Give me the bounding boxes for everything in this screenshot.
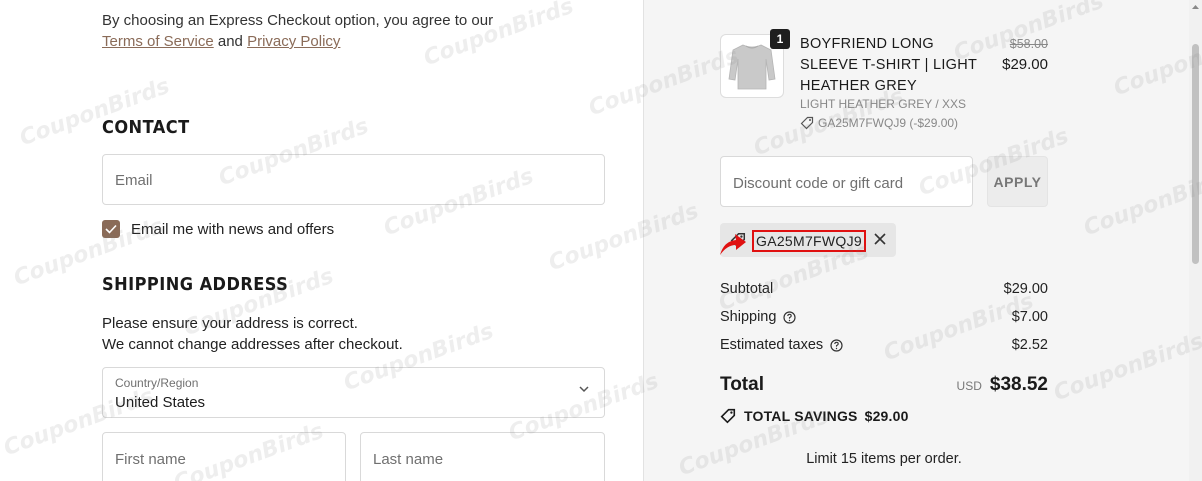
total-row: Total USD $38.52: [720, 374, 1048, 396]
discounted-price: $29.00: [1002, 56, 1048, 73]
product-variant: LIGHT HEATHER GREY / XXS: [800, 97, 967, 111]
scroll-up-arrow-icon[interactable]: [1192, 4, 1199, 10]
remove-discount-icon[interactable]: [873, 232, 887, 246]
product-discount: GA25M7FWQJ9 (-$29.00): [800, 116, 958, 130]
tag-icon: [720, 408, 736, 424]
savings-value: $29.00: [864, 408, 909, 424]
first-name-field[interactable]: First name: [102, 432, 346, 481]
product-title: BOYFRIEND LONG SLEEVE T-SHIRT | LIGHT HE…: [800, 36, 977, 94]
email-placeholder: Email: [115, 172, 153, 189]
address-note-line-2: We cannot change addresses after checkou…: [102, 336, 403, 353]
first-name-placeholder: First name: [115, 451, 186, 468]
subtotal-value: $29.00: [1003, 281, 1048, 297]
total-label: Total: [720, 374, 764, 395]
savings-label: TOTAL SAVINGS: [744, 408, 858, 424]
last-name-field[interactable]: Last name: [360, 432, 605, 481]
address-note: Please ensure your address is correct. W…: [102, 313, 403, 355]
red-arrow-icon: [720, 234, 746, 255]
shipping-address-heading: SHIPPING ADDRESS: [102, 274, 289, 295]
applied-discount-code: GA25M7FWQJ9: [752, 230, 866, 252]
tag-icon: [800, 116, 814, 130]
newsletter-label: Email me with news and offers: [131, 220, 335, 238]
scrollbar-thumb[interactable]: [1192, 44, 1199, 264]
chevron-down-icon: [579, 386, 589, 393]
country-label: Country/Region: [115, 376, 199, 390]
contact-heading: CONTACT: [102, 117, 190, 138]
checkmark-icon: [105, 224, 117, 234]
currency-code: USD: [956, 379, 982, 393]
quantity-badge: 1: [770, 29, 790, 49]
taxes-row: Estimated taxes $2.52: [720, 337, 1048, 353]
email-field[interactable]: Email: [102, 154, 605, 205]
last-name-placeholder: Last name: [373, 451, 444, 468]
original-price: $58.00: [1009, 37, 1048, 51]
help-icon[interactable]: [783, 310, 797, 324]
shipping-label: Shipping: [720, 309, 777, 325]
consent-and: and: [217, 33, 243, 50]
privacy-policy-link[interactable]: Privacy Policy: [247, 33, 340, 50]
checkout-form-panel: By choosing an Express Checkout option, …: [0, 0, 643, 481]
taxes-value: $2.52: [1011, 337, 1048, 353]
help-icon[interactable]: [830, 338, 843, 352]
address-note-line-1: Please ensure your address is correct.: [102, 315, 358, 332]
subtotal-label: Subtotal: [720, 281, 774, 297]
order-limit-note: Limit 15 items per order.: [806, 451, 962, 467]
discount-placeholder: Discount code or gift card: [733, 175, 904, 192]
shipping-row: Shipping $7.00: [720, 309, 1048, 325]
apply-button[interactable]: APPLY: [987, 156, 1048, 207]
terms-of-service-link[interactable]: Terms of Service: [102, 33, 214, 50]
shipping-value: $7.00: [1011, 309, 1048, 325]
total-value: $38.52: [989, 374, 1048, 395]
consent-text: By choosing an Express Checkout option, …: [102, 12, 494, 29]
express-checkout-consent: By choosing an Express Checkout option, …: [102, 10, 493, 52]
newsletter-option[interactable]: Email me with news and offers: [102, 220, 334, 238]
country-select[interactable]: Country/Region United States: [102, 367, 605, 418]
subtotal-row: Subtotal $29.00: [720, 281, 1048, 297]
taxes-label: Estimated taxes: [720, 337, 824, 353]
newsletter-checkbox[interactable]: [102, 220, 120, 238]
country-value: United States: [115, 394, 206, 411]
scrollbar[interactable]: [1189, 0, 1202, 481]
total-savings: TOTAL SAVINGS $29.00: [720, 408, 909, 424]
discount-code-input[interactable]: Discount code or gift card: [720, 156, 973, 207]
product-discount-code: GA25M7FWQJ9 (-$29.00): [818, 116, 959, 130]
